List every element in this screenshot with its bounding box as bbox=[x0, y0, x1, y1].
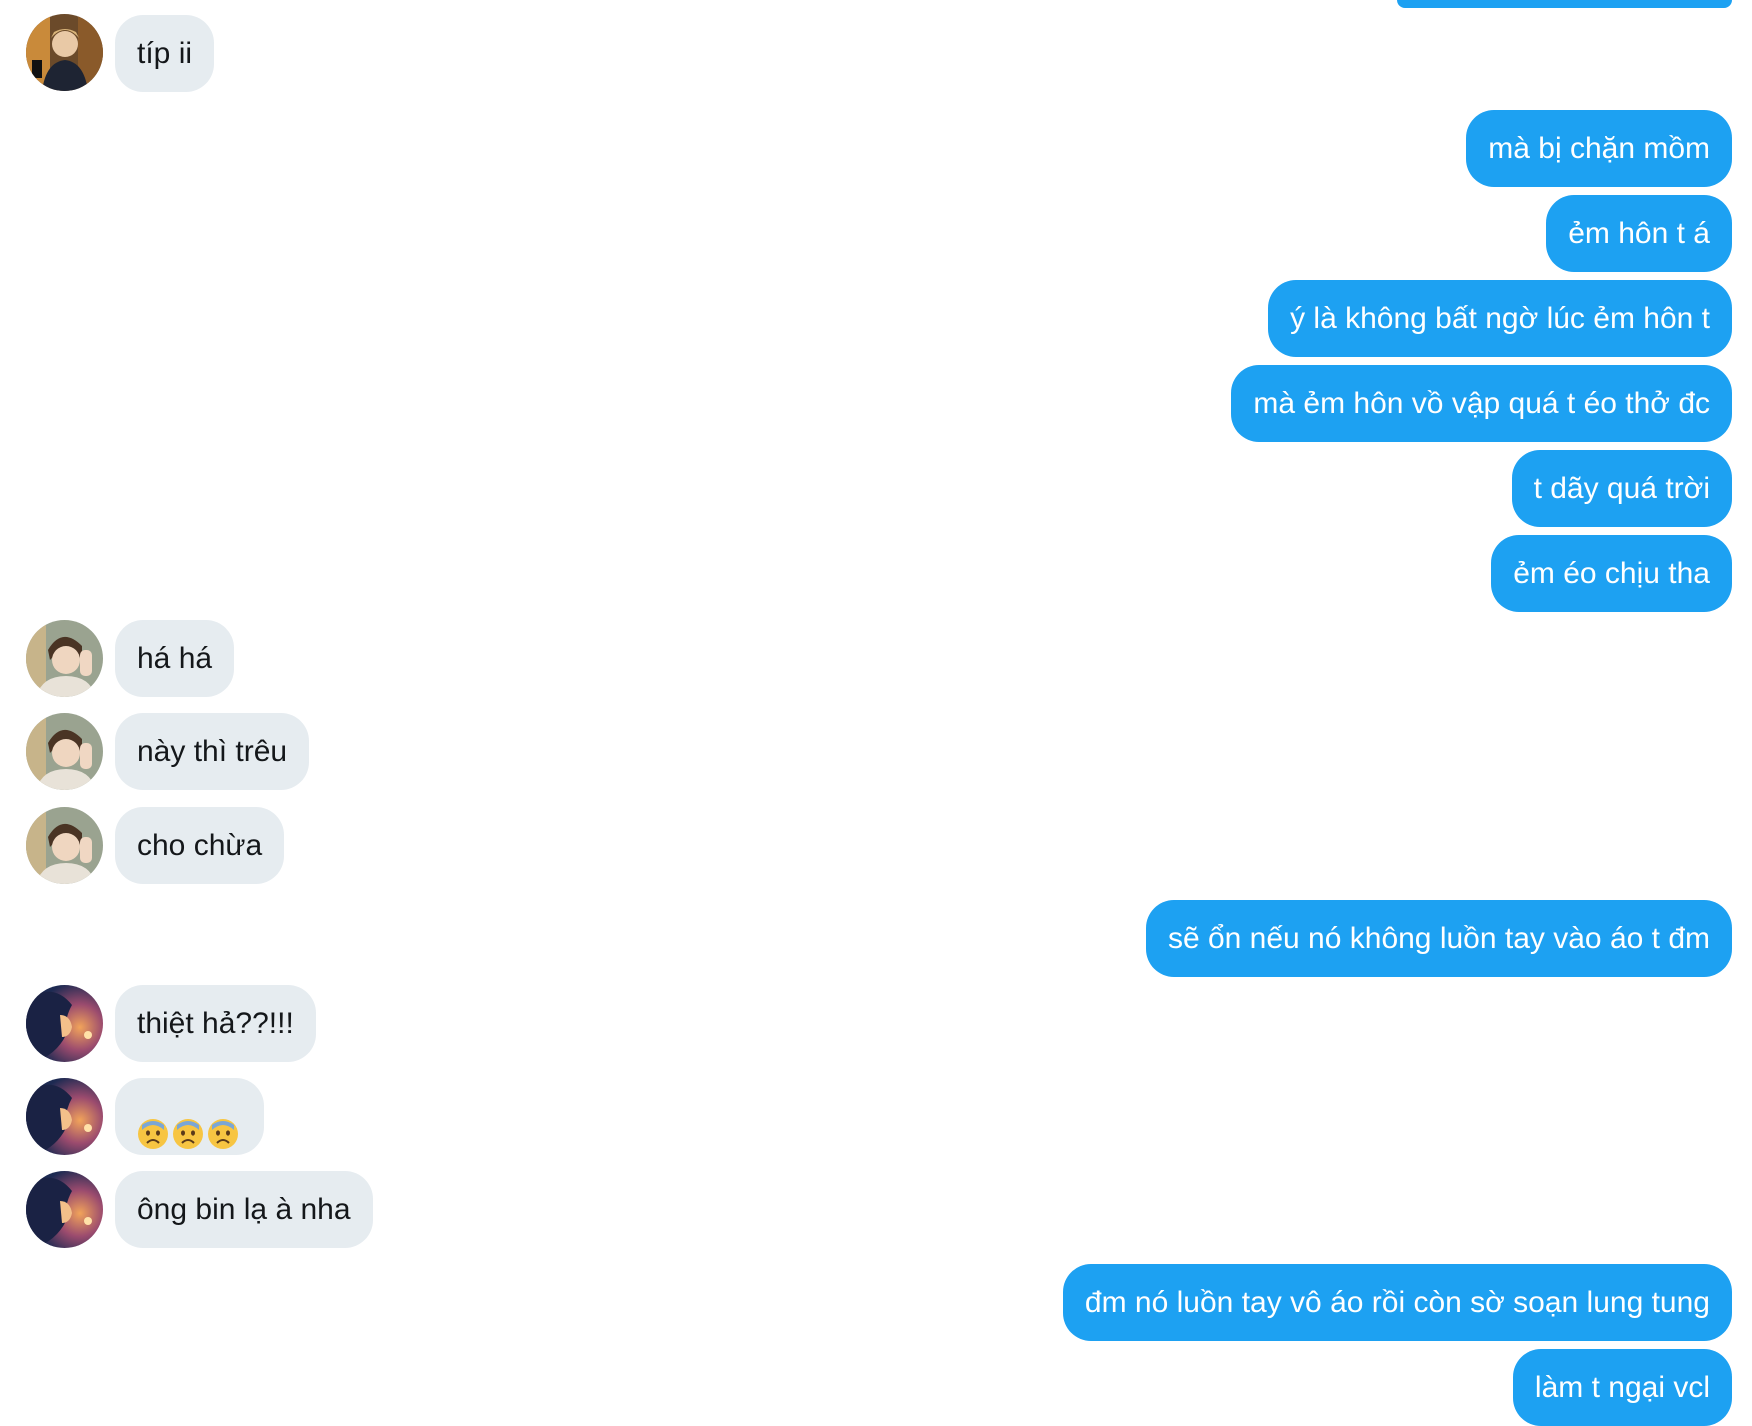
contact-avatar[interactable] bbox=[26, 14, 103, 91]
received-message[interactable]: này thì trêu bbox=[115, 713, 310, 790]
previous-message-bubble[interactable] bbox=[1397, 0, 1732, 8]
contact-avatar[interactable] bbox=[26, 620, 103, 697]
sent-message[interactable]: t dãy quá trời bbox=[1511, 450, 1732, 527]
received-message[interactable]: há há bbox=[115, 620, 235, 697]
sent-message[interactable]: sẽ ổn nếu nó không luồn tay vào áo t đm bbox=[1145, 900, 1732, 977]
anxious-face-icon bbox=[137, 1102, 169, 1150]
received-emoji-message[interactable] bbox=[115, 1078, 264, 1155]
sent-message[interactable]: ý là không bất ngờ lúc ẻm hôn t bbox=[1268, 280, 1732, 357]
sent-message[interactable]: mà bị chặn mồm bbox=[1466, 110, 1732, 187]
received-message[interactable]: thiệt hả??!!! bbox=[115, 985, 316, 1062]
sent-message[interactable]: ẻm hôn t á bbox=[1546, 195, 1732, 272]
sent-message[interactable]: ẻm éo chịu tha bbox=[1491, 535, 1732, 612]
contact-avatar[interactable] bbox=[26, 713, 103, 790]
contact-avatar[interactable] bbox=[26, 1171, 103, 1248]
received-message[interactable]: cho chừa bbox=[115, 807, 285, 884]
anxious-face-icon bbox=[207, 1102, 239, 1150]
received-message[interactable]: típ ii bbox=[115, 15, 215, 92]
contact-avatar[interactable] bbox=[26, 1078, 103, 1155]
contact-avatar[interactable] bbox=[26, 985, 103, 1062]
conversation-thread: típ ii mà bị chặn mồm ẻm hôn t á ý là kh… bbox=[0, 0, 1752, 1426]
contact-avatar[interactable] bbox=[26, 807, 103, 884]
sent-message[interactable]: mà ẻm hôn vồ vập quá t éo thở đc bbox=[1231, 365, 1732, 442]
sent-message[interactable]: làm t ngại vcl bbox=[1512, 1349, 1732, 1426]
anxious-face-icon bbox=[172, 1102, 204, 1150]
sent-message[interactable]: đm nó luồn tay vô áo rồi còn sờ soạn lun… bbox=[1062, 1264, 1732, 1341]
received-message[interactable]: ông bin lạ à nha bbox=[115, 1171, 373, 1248]
